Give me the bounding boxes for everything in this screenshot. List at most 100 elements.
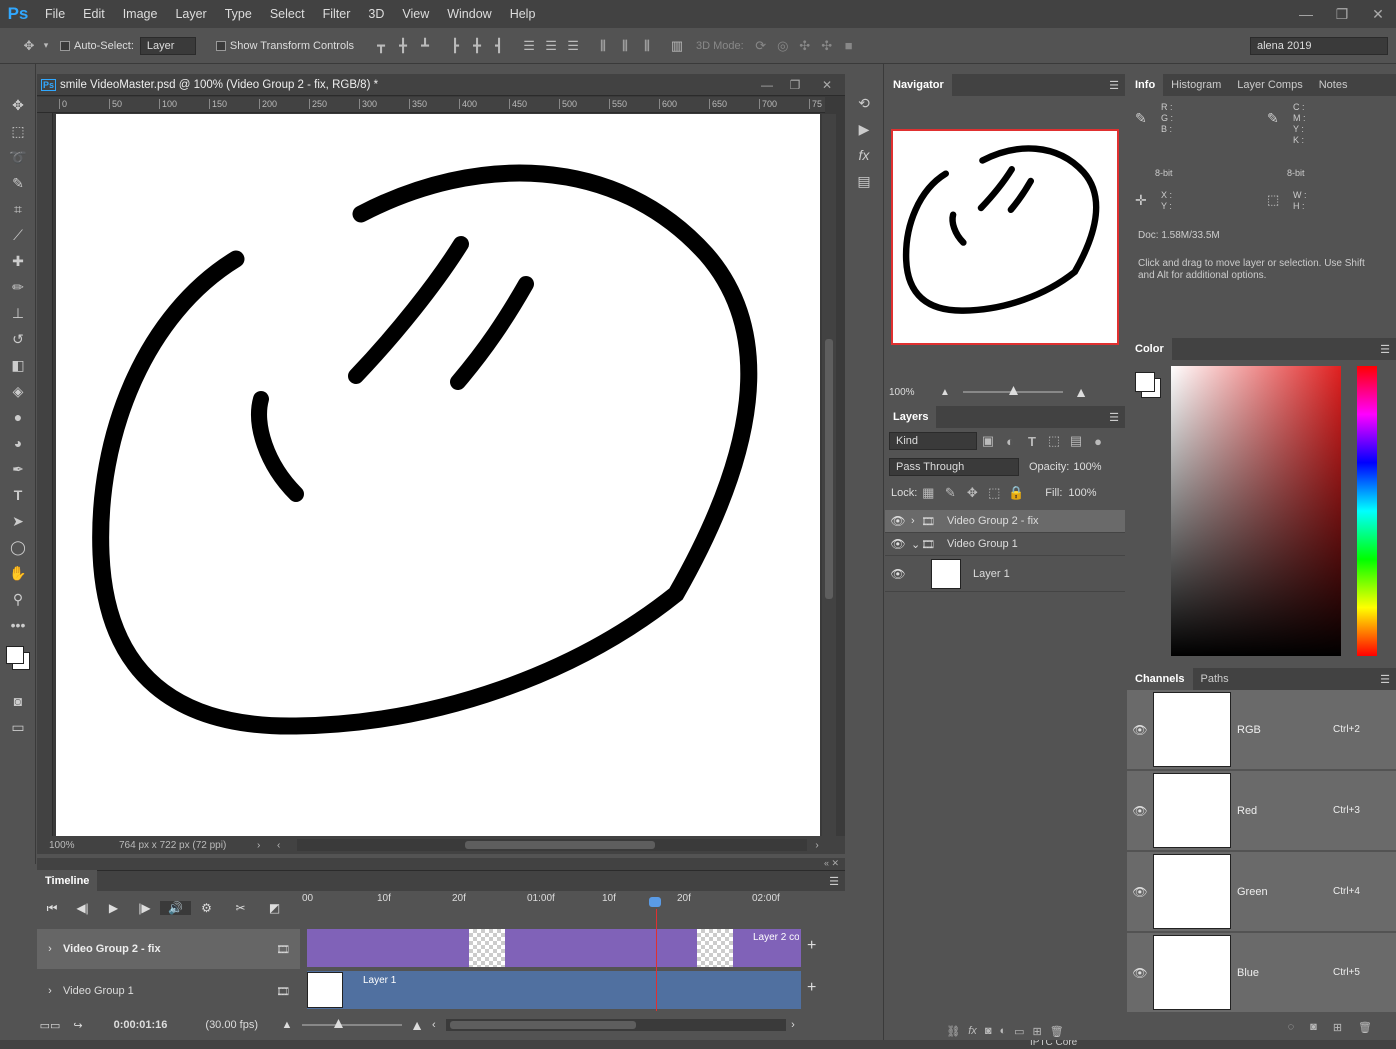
layer-row-video-group-1[interactable]: 👁 ⌄ 🎞 Video Group 1 (885, 533, 1125, 556)
maximize-button[interactable]: ❐ (1324, 6, 1360, 23)
quick-select-tool-icon[interactable]: ✎ (0, 170, 36, 196)
auto-select-checkbox[interactable] (60, 40, 70, 51)
frame-mode-icon[interactable]: ▭▭ (37, 1019, 63, 1032)
menu-layer[interactable]: Layer (166, 0, 215, 28)
libraries-icon[interactable]: ▤ (846, 168, 882, 194)
workspace-dropdown[interactable]: alena 2019 (1250, 36, 1388, 55)
filter-type-icon[interactable]: T (1021, 434, 1043, 449)
align-hcenter-icon[interactable]: ╋ (466, 38, 488, 54)
delete-layer-icon[interactable]: 🗑 (1050, 1025, 1064, 1038)
scroll-right-icon[interactable]: › (786, 1019, 800, 1031)
split-scissors-icon[interactable]: ✂ (222, 901, 259, 915)
layer-row-layer-1[interactable]: 👁 Layer 1 (885, 556, 1125, 592)
eraser-tool-icon[interactable]: ◧ (0, 352, 36, 378)
minimize-button[interactable]: — (1288, 6, 1324, 22)
healing-brush-tool-icon[interactable]: ✚ (0, 248, 36, 274)
more-tools-icon[interactable]: ••• (0, 612, 36, 638)
add-media-icon[interactable]: + (807, 979, 816, 997)
navigator-slider-thumb[interactable] (1009, 386, 1018, 395)
align-top-icon[interactable]: ┳ (370, 38, 392, 54)
playhead-handle[interactable] (649, 897, 661, 907)
foreground-color-swatch[interactable] (6, 646, 24, 664)
align-left-icon[interactable]: ┣ (444, 38, 466, 54)
menu-3d[interactable]: 3D (359, 0, 393, 28)
vertical-scrollbar-thumb[interactable] (825, 339, 833, 599)
distribute-vcenter-icon[interactable]: ☰ (540, 38, 562, 54)
document-size-info[interactable]: 764 px x 722 px (72 ppi) (107, 840, 257, 851)
zoom-out-icon[interactable]: ▲ (272, 1019, 302, 1031)
lock-all-icon[interactable]: 🔒 (1005, 485, 1027, 501)
film-icon[interactable]: 🎞 (276, 943, 300, 956)
brush-tool-icon[interactable]: ✏ (0, 274, 36, 300)
audio-icon[interactable]: 🔊 (160, 901, 191, 915)
distribute-hcenter-icon[interactable]: ⫼ (614, 38, 636, 54)
zoom-out-icon[interactable]: ▲ (935, 387, 955, 398)
expand-chevron-icon[interactable]: › (37, 943, 63, 955)
timeline-collapse-bar[interactable]: « ✕ (37, 858, 845, 870)
vertical-scrollbar[interactable] (822, 114, 836, 836)
track-header-video-group-1[interactable]: › Video Group 1 🎞 (37, 971, 300, 1011)
document-tab[interactable]: Ps smile VideoMaster.psd @ 100% (Video G… (37, 74, 845, 96)
add-media-icon[interactable]: + (807, 937, 816, 955)
render-video-icon[interactable]: ↪ (63, 1019, 93, 1032)
new-layer-icon[interactable]: ⊞ (1033, 1025, 1042, 1038)
lasso-tool-icon[interactable]: ➰ (0, 144, 36, 170)
scroll-right-icon[interactable]: › (807, 840, 827, 851)
menu-window[interactable]: Window (438, 0, 500, 28)
zoom-level[interactable]: 100% (37, 840, 107, 851)
menu-edit[interactable]: Edit (74, 0, 114, 28)
visibility-eye-icon[interactable]: 👁 (885, 514, 911, 528)
track-header-video-group-2[interactable]: › Video Group 2 - fix 🎞 (37, 929, 300, 969)
chevron-down-icon[interactable]: ▾ (40, 40, 52, 51)
blur-tool-icon[interactable]: ● (0, 404, 36, 430)
color-field[interactable] (1171, 366, 1341, 656)
scroll-left-icon[interactable]: ‹ (432, 1019, 446, 1031)
filter-shape-icon[interactable]: ⬚ (1043, 433, 1065, 449)
stamp-tool-icon[interactable]: ⊥ (0, 300, 36, 326)
settings-gear-icon[interactable]: ⚙ (191, 901, 222, 915)
filter-pixel-icon[interactable]: ▣ (977, 433, 999, 449)
time-ruler[interactable]: 00 10f 20f 01:00f 10f 20f 02:00f (302, 891, 802, 921)
move-tool-icon[interactable]: ✥ (18, 38, 40, 54)
expand-chevron-icon[interactable]: › (37, 985, 63, 997)
history-brush-tool-icon[interactable]: ↺ (0, 326, 36, 352)
layers-tab[interactable]: Layers (885, 406, 937, 428)
visibility-eye-icon[interactable]: 👁 (1127, 966, 1153, 980)
menu-type[interactable]: Type (216, 0, 261, 28)
3d-slide-icon[interactable]: ✣ (816, 38, 838, 54)
filter-adjustment-icon[interactable]: ◐ (999, 434, 1021, 449)
delete-channel-icon[interactable]: 🗑 (1358, 1021, 1372, 1034)
timeline-scrollbar[interactable] (446, 1019, 786, 1031)
add-mask-icon[interactable]: ◙ (985, 1025, 992, 1038)
3d-roll-icon[interactable]: ◎ (772, 38, 794, 54)
first-frame-icon[interactable]: ⏮ (37, 901, 67, 916)
blend-mode-dropdown[interactable]: Pass Through (889, 458, 1019, 476)
screen-mode-icon[interactable]: ▭ (0, 714, 36, 740)
3d-orbit-icon[interactable]: ⟳ (750, 38, 772, 54)
foreground-swatch[interactable] (1135, 372, 1155, 392)
pen-tool-icon[interactable]: ✒ (0, 456, 36, 482)
channel-row-blue[interactable]: 👁 Blue Ctrl+5 (1127, 933, 1396, 1014)
timeline-menu-icon[interactable]: ☰ (829, 875, 845, 888)
chevron-right-icon[interactable]: › (257, 840, 277, 851)
transform-controls-checkbox[interactable] (215, 40, 226, 51)
play-icon[interactable]: ▶ (98, 901, 129, 915)
doc-minimize-button[interactable]: — (753, 78, 781, 92)
channel-row-red[interactable]: 👁 Red Ctrl+3 (1127, 771, 1396, 852)
clip-video-group-2[interactable]: Layer 2 cop (307, 929, 801, 967)
align-right-icon[interactable]: ┫ (488, 38, 510, 54)
distribute-left-icon[interactable]: ⫼ (592, 38, 614, 54)
menu-view[interactable]: View (393, 0, 438, 28)
info-tab[interactable]: Info (1127, 74, 1164, 96)
lock-transparent-icon[interactable]: ▦ (917, 485, 939, 501)
filter-smart-object-icon[interactable]: ▤ (1065, 433, 1087, 449)
visibility-eye-icon[interactable]: 👁 (885, 567, 911, 581)
zoom-in-icon[interactable]: ▲ (402, 1017, 432, 1033)
layer-comps-tab[interactable]: Layer Comps (1229, 74, 1310, 96)
doc-maximize-button[interactable]: ❐ (781, 78, 809, 92)
auto-align-icon[interactable]: ▥ (666, 38, 688, 54)
auto-select-dropdown[interactable]: Layer (139, 36, 196, 55)
adjustment-layer-icon[interactable]: ◐ (999, 1025, 1006, 1038)
navigator-tab[interactable]: Navigator (885, 74, 952, 96)
timeline-tab[interactable]: Timeline (37, 870, 98, 892)
